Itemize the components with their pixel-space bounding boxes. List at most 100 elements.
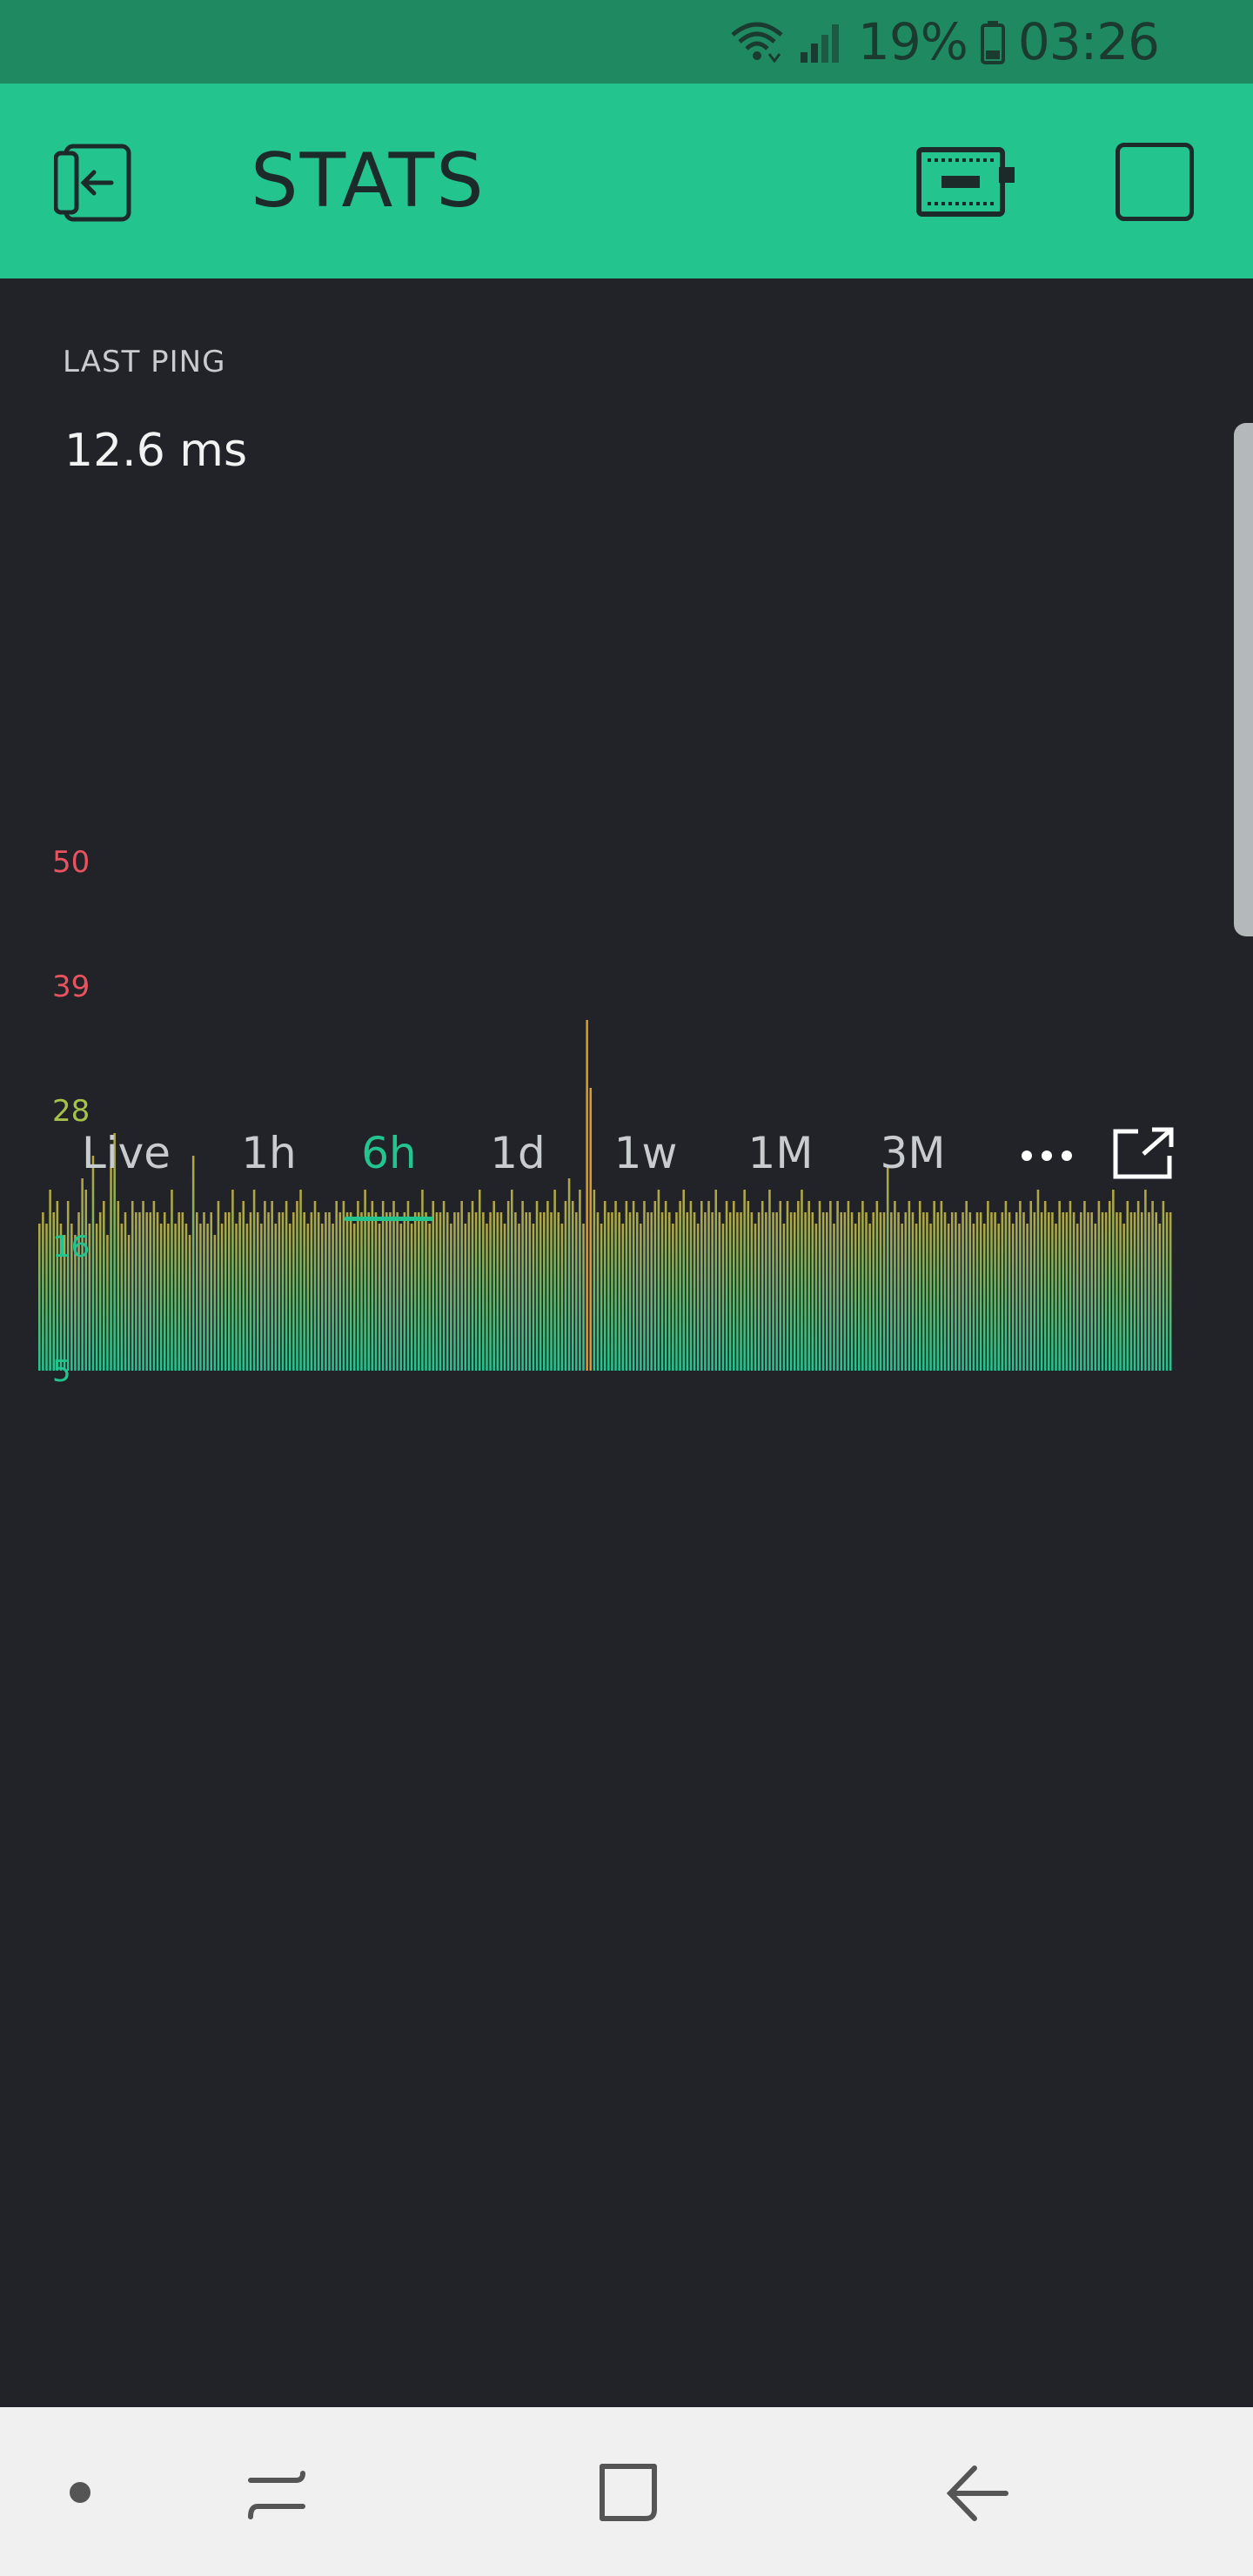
back-icon[interactable] (945, 2463, 1009, 2524)
tab-1w[interactable]: 1w (609, 1114, 682, 1192)
chart-bar (840, 1212, 842, 1371)
chart-bar (911, 1212, 915, 1371)
chart-bar (120, 1224, 124, 1371)
chart-bar (1065, 1212, 1069, 1371)
chart-bar (1051, 1212, 1054, 1371)
tab-3m[interactable]: 3M (874, 1114, 952, 1192)
chart-bar (127, 1235, 131, 1371)
chart-bar (1040, 1212, 1043, 1371)
battery-icon (980, 21, 1005, 64)
chart-bar (188, 1235, 191, 1371)
chart-bar (352, 1224, 356, 1371)
chart-bar (915, 1224, 918, 1371)
chart-bar (1062, 1212, 1065, 1371)
chart-bar (696, 1224, 700, 1371)
chart-bar (396, 1212, 399, 1371)
device-icon[interactable] (915, 144, 1016, 219)
chart-bar (922, 1212, 925, 1371)
more-dots-icon[interactable] (1016, 1138, 1077, 1173)
chart-bar (249, 1212, 252, 1371)
y-tick-label: 16 (52, 1230, 90, 1265)
dot-icon[interactable] (70, 2482, 90, 2503)
chart-bar (543, 1212, 546, 1371)
chart-bar (159, 1224, 163, 1371)
chart-bar (428, 1224, 431, 1371)
chart-bar (518, 1224, 520, 1371)
chart-bar (1072, 1212, 1075, 1371)
chart-bar (754, 1224, 757, 1371)
chart-bar (482, 1212, 485, 1371)
tab-1d[interactable]: 1d (479, 1114, 557, 1192)
chart-bar (621, 1224, 625, 1371)
tab-6h[interactable]: 6h (345, 1114, 433, 1221)
chart-bar (220, 1224, 224, 1371)
chart-bar (1104, 1212, 1108, 1371)
tab-1h[interactable]: 1h (231, 1114, 306, 1192)
chart-bar (374, 1212, 378, 1371)
y-tick-label: 5 (52, 1354, 71, 1384)
chart-bar (281, 1212, 285, 1371)
chart-bar (865, 1212, 868, 1371)
chart-bar (721, 1224, 725, 1371)
chart-bar (1048, 1212, 1050, 1371)
chart-bar (736, 1212, 739, 1371)
chart-bar (1087, 1212, 1089, 1371)
chart-bar (503, 1224, 506, 1371)
chart-bar (184, 1224, 188, 1371)
chart-bar (628, 1212, 632, 1371)
chart-bar (990, 1212, 993, 1371)
recent-apps-icon[interactable] (245, 2466, 308, 2524)
chart-bar (868, 1224, 871, 1371)
chart-bar (897, 1212, 900, 1371)
chart-bar (135, 1212, 137, 1371)
chart-bar (235, 1224, 238, 1371)
tab-live[interactable]: Live (78, 1114, 174, 1192)
chart-bar (464, 1224, 467, 1371)
chart-bar (660, 1212, 664, 1371)
chart-bar (1080, 1212, 1082, 1371)
chart-bar (213, 1235, 217, 1371)
chart-bar (95, 1224, 98, 1371)
chart-bar (1129, 1212, 1133, 1371)
chart-bar (640, 1224, 642, 1371)
chart-bar (675, 1212, 678, 1371)
chart-bar (982, 1224, 986, 1371)
y-tick-label: 39 (52, 969, 90, 1004)
chart-bar (206, 1224, 209, 1371)
chart-bar (124, 1212, 127, 1371)
chart-bar (499, 1212, 503, 1371)
chart-bar (360, 1212, 363, 1371)
time-range-tabs: Live 1h 6h 1d 1w 1M 3M (0, 1114, 1253, 1227)
chart-bar (156, 1212, 159, 1371)
chart-bar (997, 1224, 1000, 1371)
chart-bar (446, 1212, 449, 1371)
chart-bar (425, 1212, 427, 1371)
square-icon[interactable] (1116, 143, 1194, 221)
chart-bar (1158, 1224, 1162, 1371)
chart-bar (854, 1224, 857, 1371)
chart-bar (474, 1212, 478, 1371)
back-to-projects-icon[interactable] (54, 141, 137, 225)
home-icon[interactable] (597, 2461, 660, 2524)
chart-bar (245, 1224, 249, 1371)
chart-bar (181, 1212, 184, 1371)
chart-bar (650, 1212, 653, 1371)
chart-bar (238, 1212, 241, 1371)
dashboard: LAST PING 12.6 ms 50 39 28 16 5 Live 1h 6h 1… (0, 278, 1253, 2407)
chart-bar (38, 1224, 41, 1371)
tab-1m[interactable]: 1M (741, 1114, 820, 1192)
chart-bar (858, 1212, 861, 1371)
chart-bar (672, 1224, 674, 1371)
expand-icon[interactable] (1112, 1124, 1176, 1180)
chart-bar (560, 1224, 564, 1371)
widget-value: 12.6 ms (64, 425, 248, 477)
battery-percent: 19% (857, 12, 968, 71)
chart-bar (303, 1212, 305, 1371)
chart-bar (1090, 1212, 1093, 1371)
chart-bar (833, 1224, 835, 1371)
chart-bar (317, 1212, 320, 1371)
chart-bar (943, 1212, 947, 1371)
chart-bar (338, 1212, 342, 1371)
chart-bar (1055, 1224, 1057, 1371)
chart-bar (879, 1212, 882, 1371)
